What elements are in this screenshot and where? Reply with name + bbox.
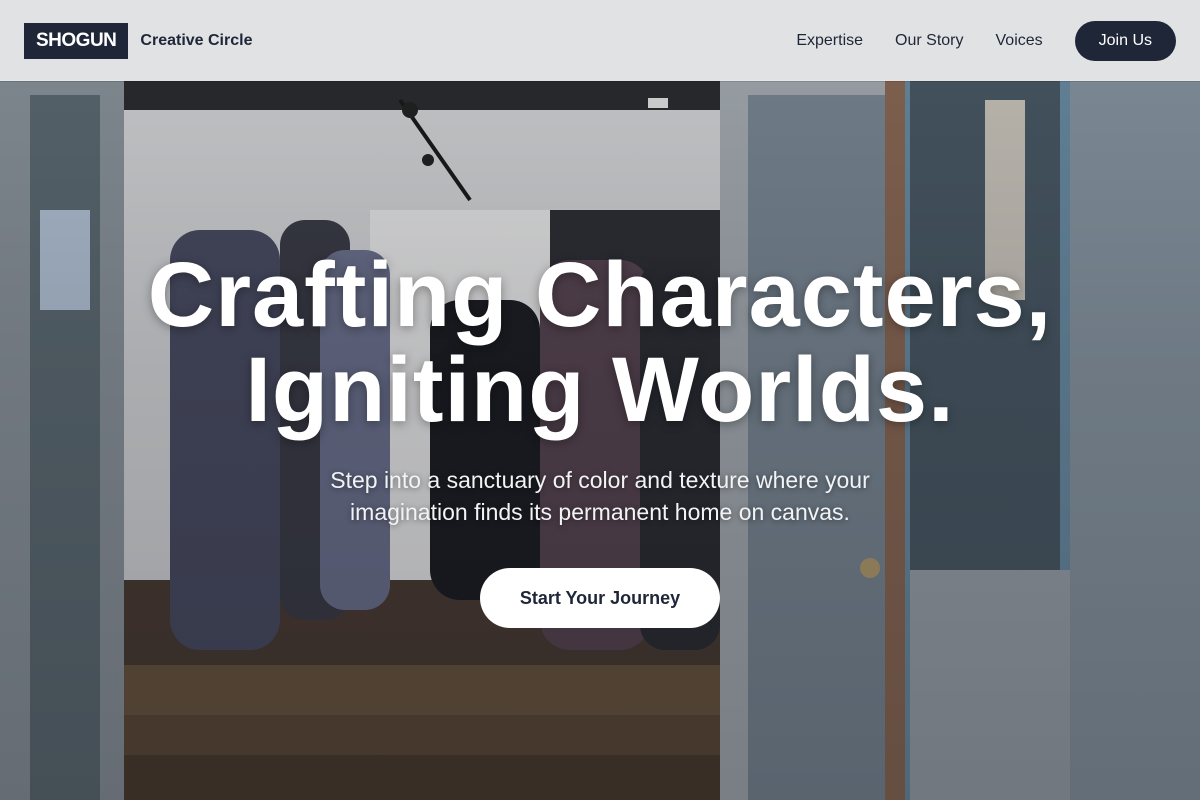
start-journey-button[interactable]: Start Your Journey — [480, 568, 720, 628]
hero-subtitle: Step into a sanctuary of color and textu… — [330, 467, 870, 525]
landing-page: SHOGUN Creative Circle Expertise Our Sto… — [0, 0, 1200, 800]
brand-logo[interactable]: SHOGUN — [24, 22, 129, 59]
hero-title-line-2: Igniting Worlds. — [245, 339, 955, 441]
hero-title: Crafting Characters, Igniting Worlds. — [0, 248, 1200, 438]
nav-link-expertise[interactable]: Expertise — [796, 32, 863, 50]
hero-section: Crafting Characters, Igniting Worlds. St… — [0, 248, 1200, 628]
join-us-button[interactable]: Join Us — [1074, 20, 1176, 61]
hero-title-line-1: Crafting Characters, — [147, 244, 1053, 346]
nav-link-our-story[interactable]: Our Story — [895, 32, 963, 50]
nav-link-voices[interactable]: Voices — [996, 32, 1043, 50]
brand-subtitle: Creative Circle — [140, 31, 253, 49]
top-navbar: SHOGUN Creative Circle Expertise Our Sto… — [0, 0, 1200, 81]
nav-links: Expertise Our Story Voices Join Us — [796, 20, 1176, 61]
